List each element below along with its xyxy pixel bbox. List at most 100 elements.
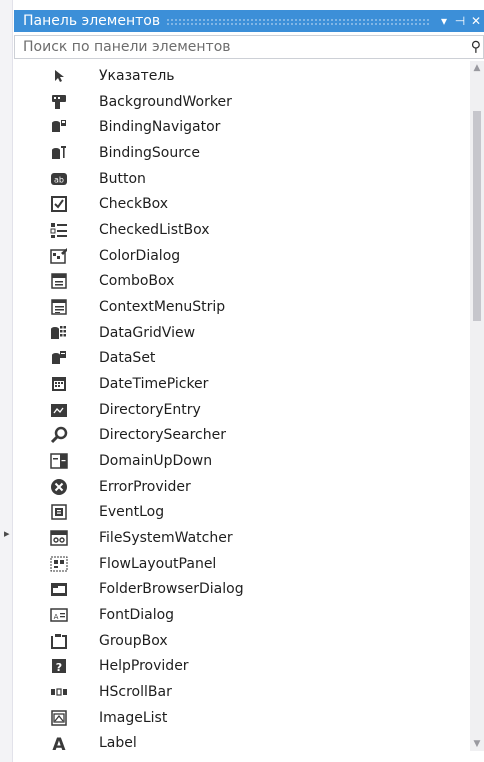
toolbox-item-label: DirectorySearcher <box>99 427 226 444</box>
toolbox-item-label: FontDialog <box>99 607 175 624</box>
help-provider-icon: ? <box>50 657 68 675</box>
event-log-icon <box>50 503 68 521</box>
svg-text:?: ? <box>56 661 62 674</box>
toolbox-item-label: Button <box>99 170 146 187</box>
toolbox-item-label: HScrollBar <box>99 684 172 701</box>
toolbox-item-label: Указатель <box>99 68 175 84</box>
toolbox-item[interactable]: ab Button <box>14 166 470 192</box>
combo-box-icon <box>50 272 68 290</box>
toolbox-item-label: ErrorProvider <box>99 478 191 495</box>
svg-text:A: A <box>54 613 59 621</box>
toolbox-item[interactable]: FlowLayoutPanel <box>14 551 470 577</box>
error-provider-icon <box>50 478 68 496</box>
close-icon[interactable]: ✕ <box>468 14 484 28</box>
toolbox-item-label: ContextMenuStrip <box>99 299 226 316</box>
group-box-icon <box>50 632 68 650</box>
toolbox-item[interactable]: ImageList <box>14 705 470 731</box>
toolbox-item-label: Label <box>99 735 137 751</box>
toolbox-item[interactable]: CheckBox <box>14 191 470 217</box>
toolbox-item[interactable]: FileSystemWatcher <box>14 525 470 551</box>
data-set-icon <box>50 349 68 367</box>
search-input[interactable]: Поиск по панели элементов <box>23 39 455 55</box>
toolbox-item-label: FolderBrowserDialog <box>99 581 244 598</box>
toolbox-item-label: DirectoryEntry <box>99 401 201 418</box>
domain-up-down-icon <box>50 452 68 470</box>
toolbox-item[interactable]: FolderBrowserDialog <box>14 576 470 602</box>
toolbox-item-label: DataSet <box>99 350 156 367</box>
date-time-picker-icon <box>50 375 68 393</box>
toolbox-item-label: BindingSource <box>99 145 200 161</box>
label-icon: A <box>50 734 68 751</box>
toolbox-item-label: ComboBox <box>99 273 175 290</box>
binding-navigator-icon <box>50 118 68 136</box>
toolbox-item[interactable]: GroupBox <box>14 628 470 654</box>
toolbox-item[interactable]: BackgroundWorker <box>14 89 470 115</box>
hscrollbar-icon <box>50 683 68 701</box>
toolbox-item-label: FlowLayoutPanel <box>99 555 217 572</box>
toolbox-item-label: FileSystemWatcher <box>99 530 233 547</box>
svg-text:A: A <box>52 735 66 751</box>
toolbox-item[interactable]: EventLog <box>14 499 470 525</box>
scroll-up-icon[interactable]: ▲ <box>472 63 482 73</box>
toolbox-item[interactable]: DirectorySearcher <box>14 422 470 448</box>
toolbox-item[interactable]: Указатель <box>14 63 470 89</box>
font-dialog-icon: A <box>50 606 68 624</box>
checkbox-icon <box>50 195 68 213</box>
flow-layout-panel-icon <box>50 555 68 573</box>
toolbox-item[interactable]: DirectoryEntry <box>14 397 470 423</box>
toolbox-item-label: BindingNavigator <box>99 119 221 136</box>
toolbox-window: ▸ Панель элементов ▾ ⊣ ✕ Поиск по панели… <box>0 0 484 762</box>
checked-list-box-icon <box>50 221 68 239</box>
image-list-icon <box>50 709 68 727</box>
toolbox-item-label: EventLog <box>99 504 165 521</box>
toolbox-item[interactable]: DataSet <box>14 345 470 371</box>
vertical-scrollbar[interactable]: ▲ ▼ <box>470 61 484 751</box>
scroll-thumb[interactable] <box>473 111 481 321</box>
directory-searcher-icon <box>50 426 68 444</box>
toolbox-item-label: DateTimePicker <box>99 376 209 393</box>
toolbox-titlebar[interactable]: Панель элементов ▾ ⊣ ✕ <box>14 10 484 32</box>
toolbox-item[interactable]: DateTimePicker <box>14 371 470 397</box>
toolbox-item[interactable]: BindingNavigator <box>14 114 470 140</box>
toolbox-item[interactable]: ContextMenuStrip <box>14 294 470 320</box>
toolbox-item[interactable]: ? HelpProvider <box>14 653 470 679</box>
toolbox-item[interactable]: DomainUpDown <box>14 448 470 474</box>
toolbox-title: Панель элементов <box>23 13 161 29</box>
toolbox-item-label: DomainUpDown <box>99 453 213 470</box>
toolbox-item-label: ColorDialog <box>99 247 181 264</box>
toolbox-item[interactable]: ComboBox <box>14 268 470 294</box>
color-dialog-icon <box>50 247 68 265</box>
directory-entry-icon <box>50 401 68 419</box>
folder-browser-dialog-icon <box>50 580 68 598</box>
gutter-marker: ▸ <box>4 527 10 540</box>
toolbox-item[interactable]: ErrorProvider <box>14 474 470 500</box>
pointer-icon <box>50 67 68 85</box>
toolbox-item[interactable]: HScrollBar <box>14 679 470 705</box>
toolbox-item[interactable]: A Label <box>14 730 470 751</box>
search-icon[interactable]: ⚲ <box>455 39 483 55</box>
toolbox-item[interactable]: CheckedListBox <box>14 217 470 243</box>
editor-gutter: ▸ <box>0 0 13 762</box>
svg-text:ab: ab <box>54 175 64 184</box>
toolbox-item[interactable]: DataGridView <box>14 320 470 346</box>
dropdown-icon[interactable]: ▾ <box>436 14 452 28</box>
background-worker-icon <box>50 93 68 111</box>
toolbox-item[interactable]: ColorDialog <box>14 243 470 269</box>
toolbox-item-label: BackgroundWorker <box>99 93 232 110</box>
toolbox-item-label: HelpProvider <box>99 658 189 675</box>
toolbox-item[interactable]: BindingSource <box>14 140 470 166</box>
drag-grip[interactable] <box>166 17 430 25</box>
pin-icon[interactable]: ⊣ <box>452 14 468 28</box>
scroll-down-icon[interactable]: ▼ <box>472 739 482 749</box>
file-system-watcher-icon <box>50 529 68 547</box>
toolbox-item-list: Указатель BackgroundWorker BindingNavigato… <box>14 61 470 751</box>
context-menu-strip-icon <box>50 298 68 316</box>
toolbox-item-label: DataGridView <box>99 324 196 341</box>
button-icon: ab <box>50 170 68 188</box>
toolbox-item-label: CheckedListBox <box>99 222 210 239</box>
search-box[interactable]: Поиск по панели элементов ⚲ <box>14 35 484 59</box>
data-grid-view-icon <box>50 324 68 342</box>
toolbox-item-label: CheckBox <box>99 196 169 213</box>
toolbox-item-label: GroupBox <box>99 632 168 649</box>
toolbox-item[interactable]: A FontDialog <box>14 602 470 628</box>
